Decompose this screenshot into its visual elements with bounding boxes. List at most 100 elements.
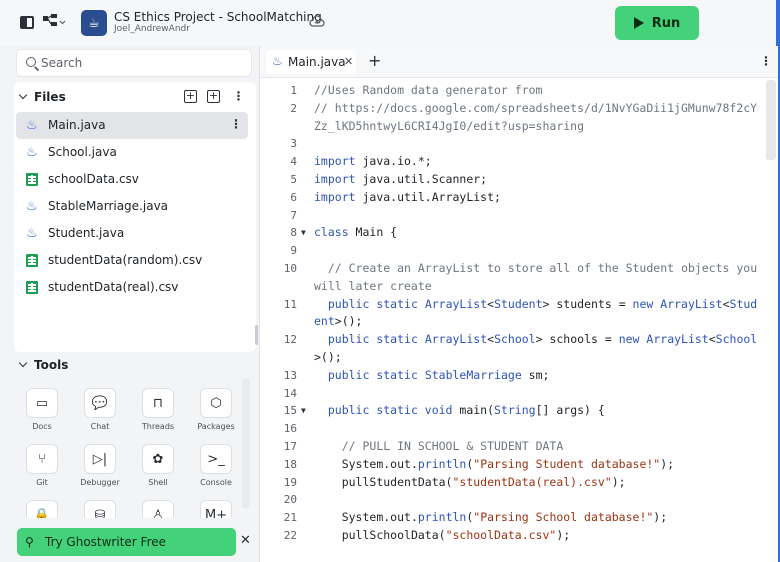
editor-scrollbar[interactable] [766, 80, 776, 160]
run-button[interactable]: Run [615, 6, 699, 40]
search-box[interactable] [16, 49, 252, 77]
code-line[interactable]: 8 ▼ class Main { [260, 224, 770, 242]
tool-threads[interactable]: ⊓ Threads [134, 388, 182, 440]
files-header[interactable]: Files + + ⋮ [14, 84, 256, 110]
code-line[interactable]: 5 import java.util.Scanner; [260, 171, 770, 189]
close-icon[interactable]: ✕ [240, 533, 251, 548]
tab-main-java[interactable]: ♨ Main.java ✕ [266, 50, 356, 74]
workflow-icon[interactable] [42, 13, 66, 33]
tool-lock[interactable]: 🔒 [18, 500, 66, 518]
csv-file-icon [26, 281, 38, 294]
file-item[interactable]: schoolData.csv [16, 166, 248, 193]
file-item[interactable]: ♨ Main.java ⋮ [16, 112, 248, 139]
line-number: 9 [290, 244, 297, 258]
add-folder-icon[interactable]: + [207, 90, 220, 103]
code-line[interactable]: 13 public static StableMarriage sm; [260, 367, 770, 385]
tool-shell[interactable]: ✿ Shell [134, 444, 182, 496]
line-number: 2 [290, 101, 297, 115]
file-item[interactable]: studentData(real).csv [16, 274, 248, 301]
file-name: Main.java [48, 118, 106, 132]
tool-console[interactable]: >_ Console [192, 444, 240, 496]
tool-docs[interactable]: ▭ Docs [18, 388, 66, 440]
tool-git[interactable]: ⑂ Git [18, 444, 66, 496]
code-line[interactable]: 15 ▼ public static void main(String[] arg… [260, 402, 770, 420]
code-line[interactable]: 11 public static ArrayList<Student> stud… [260, 296, 770, 332]
file-name: StableMarriage.java [48, 199, 169, 213]
code-line[interactable]: 21 System.out.println("Parsing School da… [260, 509, 770, 527]
java-icon: ☕ [88, 15, 100, 31]
line-number: 15 [283, 404, 297, 418]
fold-toggle-icon[interactable]: ▼ [301, 402, 306, 420]
more-options-icon[interactable]: ⋮ [760, 54, 772, 68]
code-text: class Main { [314, 225, 398, 240]
code-text: // https://docs.google.com/spreadsheets/… [314, 100, 758, 133]
tools-grid: ▭ Docs 💬 Chat ⊓ Threads ⬡ Packages ⑂ Git ▷| Debugge… [18, 388, 240, 518]
tool-label: Git [36, 478, 48, 487]
file-item[interactable]: ♨ School.java [16, 139, 248, 166]
file-item[interactable]: studentData(random).csv [16, 247, 248, 274]
code-line[interactable]: 17 // PULL IN SCHOOL & STUDENT DATA [260, 438, 770, 456]
code-line[interactable]: 2 // https://docs.google.com/spreadsheets… [260, 100, 770, 136]
project-title[interactable]: CS Ethics Project - SchoolMatching [114, 10, 322, 24]
tool-database[interactable]: ⛁ [76, 500, 124, 518]
close-icon[interactable]: ✕ [344, 55, 353, 68]
line-number: 13 [283, 368, 297, 382]
tool-debugger[interactable]: ▷| Debugger [76, 444, 124, 496]
tab-label: Main.java [288, 55, 346, 69]
code-text: // Create an ArrayList to store all of t… [314, 260, 765, 293]
project-owner: Joel_AndrewAndr [114, 24, 190, 34]
line-number: 4 [290, 155, 297, 169]
code-line[interactable]: 20 [260, 491, 770, 509]
ghostwriter-icon: ⚲ [25, 535, 34, 549]
code-area[interactable]: 1 //Uses Random data generator from 2 // ht… [260, 82, 778, 562]
code-text: pullSchoolData("schoolData.csv"); [314, 527, 571, 542]
console-icon: >_ [200, 444, 232, 474]
code-line[interactable]: 3 [260, 135, 770, 153]
tool-user[interactable]: ♙ [134, 500, 182, 518]
resize-handle[interactable] [255, 325, 258, 345]
file-item[interactable]: ♨ Student.java [16, 220, 248, 247]
code-text: public static void main(String[] args) { [327, 403, 605, 418]
code-text: import java.io.*; [314, 154, 432, 169]
code-line[interactable]: 1 //Uses Random data generator from [260, 82, 770, 100]
top-bar: ☕ CS Ethics Project - SchoolMatching Joe… [0, 0, 780, 46]
line-number: 8 [290, 226, 297, 240]
add-file-icon[interactable]: + [184, 90, 197, 103]
tool-packages[interactable]: ⬡ Packages [192, 388, 240, 440]
fold-toggle-icon[interactable]: ▼ [301, 224, 306, 242]
tools-header[interactable]: Tools [14, 352, 256, 378]
code-line[interactable]: 16 [260, 420, 770, 438]
chevron-down-icon[interactable] [18, 90, 28, 100]
code-text: pullStudentData("studentData(real).csv")… [314, 474, 626, 489]
shell-icon: ✿ [142, 444, 174, 474]
file-item[interactable]: ♨ StableMarriage.java [16, 193, 248, 220]
code-line[interactable]: 7 [260, 207, 770, 225]
csv-file-icon [26, 254, 38, 267]
line-number: 18 [283, 457, 297, 471]
ghostwriter-button[interactable]: ⚲ Try Ghostwriter Free [17, 528, 236, 556]
more-options-icon[interactable]: ⋮ [232, 90, 245, 103]
code-line[interactable]: 19 pullStudentData("studentData(real).cs… [260, 474, 770, 492]
code-line[interactable]: 4 import java.io.*; [260, 153, 770, 171]
more-options-icon[interactable]: ⋮ [230, 117, 242, 131]
code-editor: ♨ Main.java ✕ + ⋮ 1 //Uses Random data ge… [260, 46, 778, 562]
project-avatar[interactable]: ☕ [81, 10, 107, 36]
chevron-down-icon[interactable] [18, 358, 28, 368]
add-tab-icon[interactable]: + [368, 51, 381, 70]
line-number: 10 [283, 261, 297, 275]
code-line[interactable]: 22 pullSchoolData("schoolData.csv"); [260, 527, 770, 545]
sidebar-toggle-icon[interactable] [20, 16, 34, 29]
code-line[interactable]: 18 System.out.println("Parsing Student d… [260, 456, 770, 474]
code-line[interactable]: 14 [260, 385, 770, 403]
file-tree: ♨ Main.java ⋮ ♨ School.java schoolData.csv ♨ St… [14, 112, 256, 301]
code-line[interactable]: 9 [260, 242, 770, 260]
search-input[interactable] [41, 55, 241, 71]
code-line[interactable]: 10 // Create an ArrayList to store all o… [260, 260, 770, 296]
cloud-sync-icon[interactable] [309, 15, 325, 29]
code-line[interactable]: 6 import java.util.ArrayList; [260, 189, 770, 207]
tool-markdown[interactable]: M+ [192, 500, 240, 518]
code-line[interactable]: 12 public static ArrayList<School> schoo… [260, 331, 770, 367]
tool-chat[interactable]: 💬 Chat [76, 388, 124, 440]
tools-scrollbar[interactable] [242, 378, 250, 508]
